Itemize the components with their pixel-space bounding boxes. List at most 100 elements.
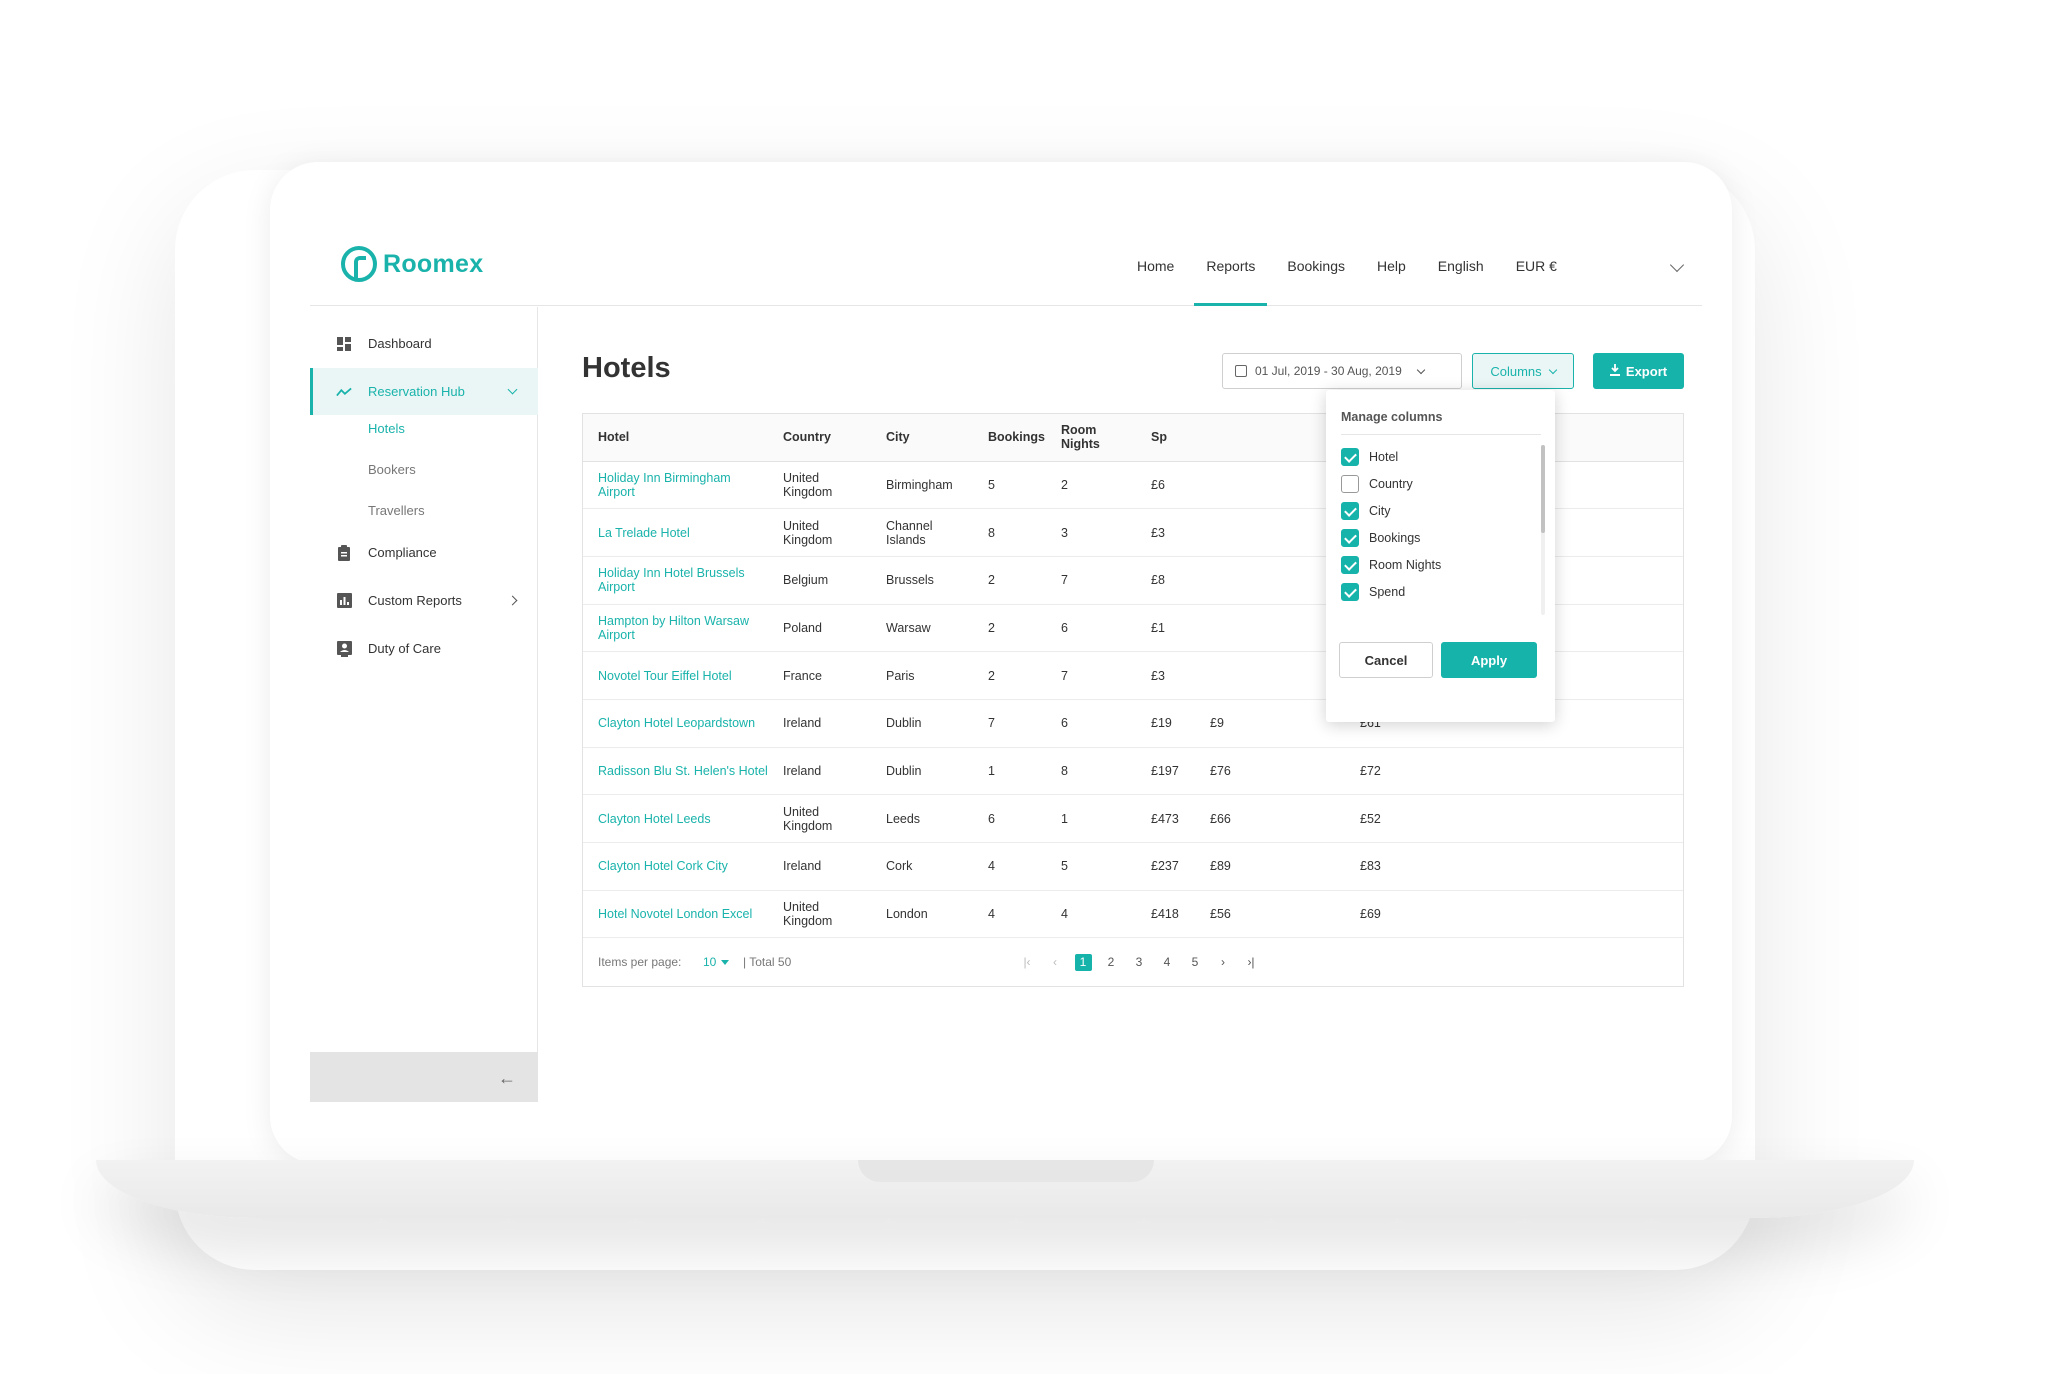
checkbox-checked[interactable]	[1341, 448, 1359, 466]
cell-spend: £1	[1136, 604, 1195, 653]
column-header-bookings[interactable]: Bookings	[973, 414, 1046, 462]
cell-spend: £197	[1136, 747, 1195, 796]
cell-room-nights: 7	[1046, 556, 1136, 605]
column-option-label: Bookings	[1369, 531, 1421, 545]
cell-city: London	[871, 890, 973, 939]
chevron-right-icon	[507, 595, 518, 606]
sidebar-item-custom-reports[interactable]: Custom Reports	[310, 577, 538, 624]
cell-hidden	[1195, 604, 1345, 653]
checkbox-checked[interactable]	[1341, 502, 1359, 520]
column-option-spend[interactable]: Spend	[1341, 583, 1405, 601]
sidebar-item-reservation-hub[interactable]: Reservation Hub	[310, 368, 538, 415]
cell-room-nights: 6	[1046, 604, 1136, 653]
cell-country: Ireland	[768, 842, 871, 891]
cell-hotel[interactable]: Holiday Inn Hotel Brussels Airport	[583, 556, 768, 605]
scrollbar-thumb[interactable]	[1541, 445, 1545, 533]
roomex-logo[interactable]: Roomex	[341, 246, 483, 282]
cell-hotel[interactable]: Holiday Inn Birmingham Airport	[583, 461, 768, 510]
checkbox-checked[interactable]	[1341, 583, 1359, 601]
cell-bookings: 6	[973, 794, 1046, 843]
columns-button-label: Columns	[1490, 363, 1542, 379]
cell-hotel[interactable]: Clayton Hotel Cork City	[583, 842, 768, 891]
column-header-spend[interactable]: Sp	[1136, 414, 1195, 462]
cell-room-nights: 8	[1046, 747, 1136, 796]
sidebar-subitem-bookers[interactable]: Bookers	[368, 462, 416, 477]
nav-language[interactable]: English	[1426, 232, 1496, 306]
page-4[interactable]: 4	[1153, 951, 1181, 973]
next-page-icon[interactable]: ›	[1209, 951, 1237, 973]
sidebar-subitem-travellers[interactable]: Travellers	[368, 503, 425, 518]
nav-help[interactable]: Help	[1365, 232, 1418, 306]
sidebar-subitem-hotels[interactable]: Hotels	[368, 421, 405, 436]
nav-reports[interactable]: Reports	[1194, 232, 1268, 306]
user-menu-chevron-down-icon[interactable]	[1669, 257, 1685, 273]
contact-card-icon	[336, 640, 352, 657]
cell-spend: £473	[1136, 794, 1195, 843]
main-nav: Home Reports Bookings Help English EUR €	[1125, 232, 1577, 306]
cell-hidden: £9	[1195, 699, 1345, 748]
column-option-city[interactable]: City	[1341, 502, 1391, 520]
cell-hotel[interactable]: La Trelade Hotel	[583, 508, 768, 557]
cell-bookings: 5	[973, 461, 1046, 510]
checkbox-checked[interactable]	[1341, 556, 1359, 574]
column-option-country[interactable]: Country	[1341, 475, 1413, 493]
nav-home[interactable]: Home	[1125, 232, 1186, 306]
cell-bookings: 7	[973, 699, 1046, 748]
checkbox-checked[interactable]	[1341, 529, 1359, 547]
page-5[interactable]: 5	[1181, 951, 1209, 973]
table-row: Clayton Hotel Leeds United Kingdom Leeds 6 1…	[583, 794, 1683, 843]
cell-hotel[interactable]: Hampton by Hilton Warsaw Airport	[583, 604, 768, 653]
sidebar-item-label: Reservation Hub	[368, 384, 465, 399]
column-option-hotel[interactable]: Hotel	[1341, 448, 1398, 466]
sidebar-item-compliance[interactable]: Compliance	[310, 529, 538, 576]
cell-bookings: 4	[973, 842, 1046, 891]
export-button-label: Export	[1625, 363, 1668, 379]
chevron-down-icon	[507, 384, 518, 395]
cell-hotel[interactable]: Hotel Novotel London Excel	[583, 890, 768, 939]
calendar-icon	[1235, 365, 1247, 377]
trend-icon	[336, 384, 352, 400]
date-range-picker[interactable]: 01 Jul, 2019 - 30 Aug, 2019	[1222, 353, 1462, 389]
column-option-room-nights[interactable]: Room Nights	[1341, 556, 1441, 574]
items-per-page-select[interactable]: 10	[703, 955, 729, 969]
laptop-notch	[858, 1160, 1154, 1182]
cell-hotel[interactable]: Novotel Tour Eiffel Hotel	[583, 651, 768, 700]
first-page-icon[interactable]: |‹	[1013, 951, 1041, 973]
column-option-bookings[interactable]: Bookings	[1341, 529, 1420, 547]
cell-bookings: 8	[973, 508, 1046, 557]
cell-room-nights: 5	[1046, 842, 1136, 891]
column-header-city[interactable]: City	[871, 414, 973, 462]
column-header-country[interactable]: Country	[768, 414, 871, 462]
page-2[interactable]: 2	[1097, 951, 1125, 973]
cell-hotel[interactable]: Clayton Hotel Leeds	[583, 794, 768, 843]
page-3[interactable]: 3	[1125, 951, 1153, 973]
cell-spend: £3	[1136, 651, 1195, 700]
page-1[interactable]: 1	[1069, 951, 1097, 973]
cell-spend: £19	[1136, 699, 1195, 748]
sidebar-item-duty-of-care[interactable]: Duty of Care	[310, 625, 538, 672]
cell-hotel[interactable]: Radisson Blu St. Helen's Hotel	[583, 747, 768, 796]
cell-country: United Kingdom	[768, 890, 871, 939]
prev-page-icon[interactable]: ‹	[1041, 951, 1069, 973]
nav-currency[interactable]: EUR €	[1504, 232, 1569, 306]
cell-room-nights: 6	[1046, 699, 1136, 748]
collapse-sidebar-arrow-left-icon[interactable]: ←	[498, 1068, 516, 1089]
checkbox-unchecked[interactable]	[1341, 475, 1359, 493]
dashboard-icon	[336, 336, 352, 352]
cell-hotel[interactable]: Clayton Hotel Leopardstown	[583, 699, 768, 748]
sidebar-item-dashboard[interactable]: Dashboard	[310, 320, 538, 367]
cell-city: Birmingham	[871, 461, 973, 510]
nav-bookings[interactable]: Bookings	[1275, 232, 1357, 306]
columns-button[interactable]: Columns	[1472, 353, 1574, 389]
cell-spend: £237	[1136, 842, 1195, 891]
column-header-room-nights[interactable]: Room Nights	[1046, 414, 1136, 462]
export-button[interactable]: Export	[1593, 353, 1684, 389]
cell-country: United Kingdom	[768, 794, 871, 843]
apply-button[interactable]: Apply	[1441, 642, 1537, 678]
cancel-button[interactable]: Cancel	[1339, 642, 1433, 678]
cell-spend: £6	[1136, 461, 1195, 510]
column-header-hotel[interactable]: Hotel	[583, 414, 768, 462]
sidebar-item-label: Compliance	[368, 545, 437, 560]
download-icon	[1609, 363, 1620, 379]
last-page-icon[interactable]: ›|	[1237, 951, 1265, 973]
